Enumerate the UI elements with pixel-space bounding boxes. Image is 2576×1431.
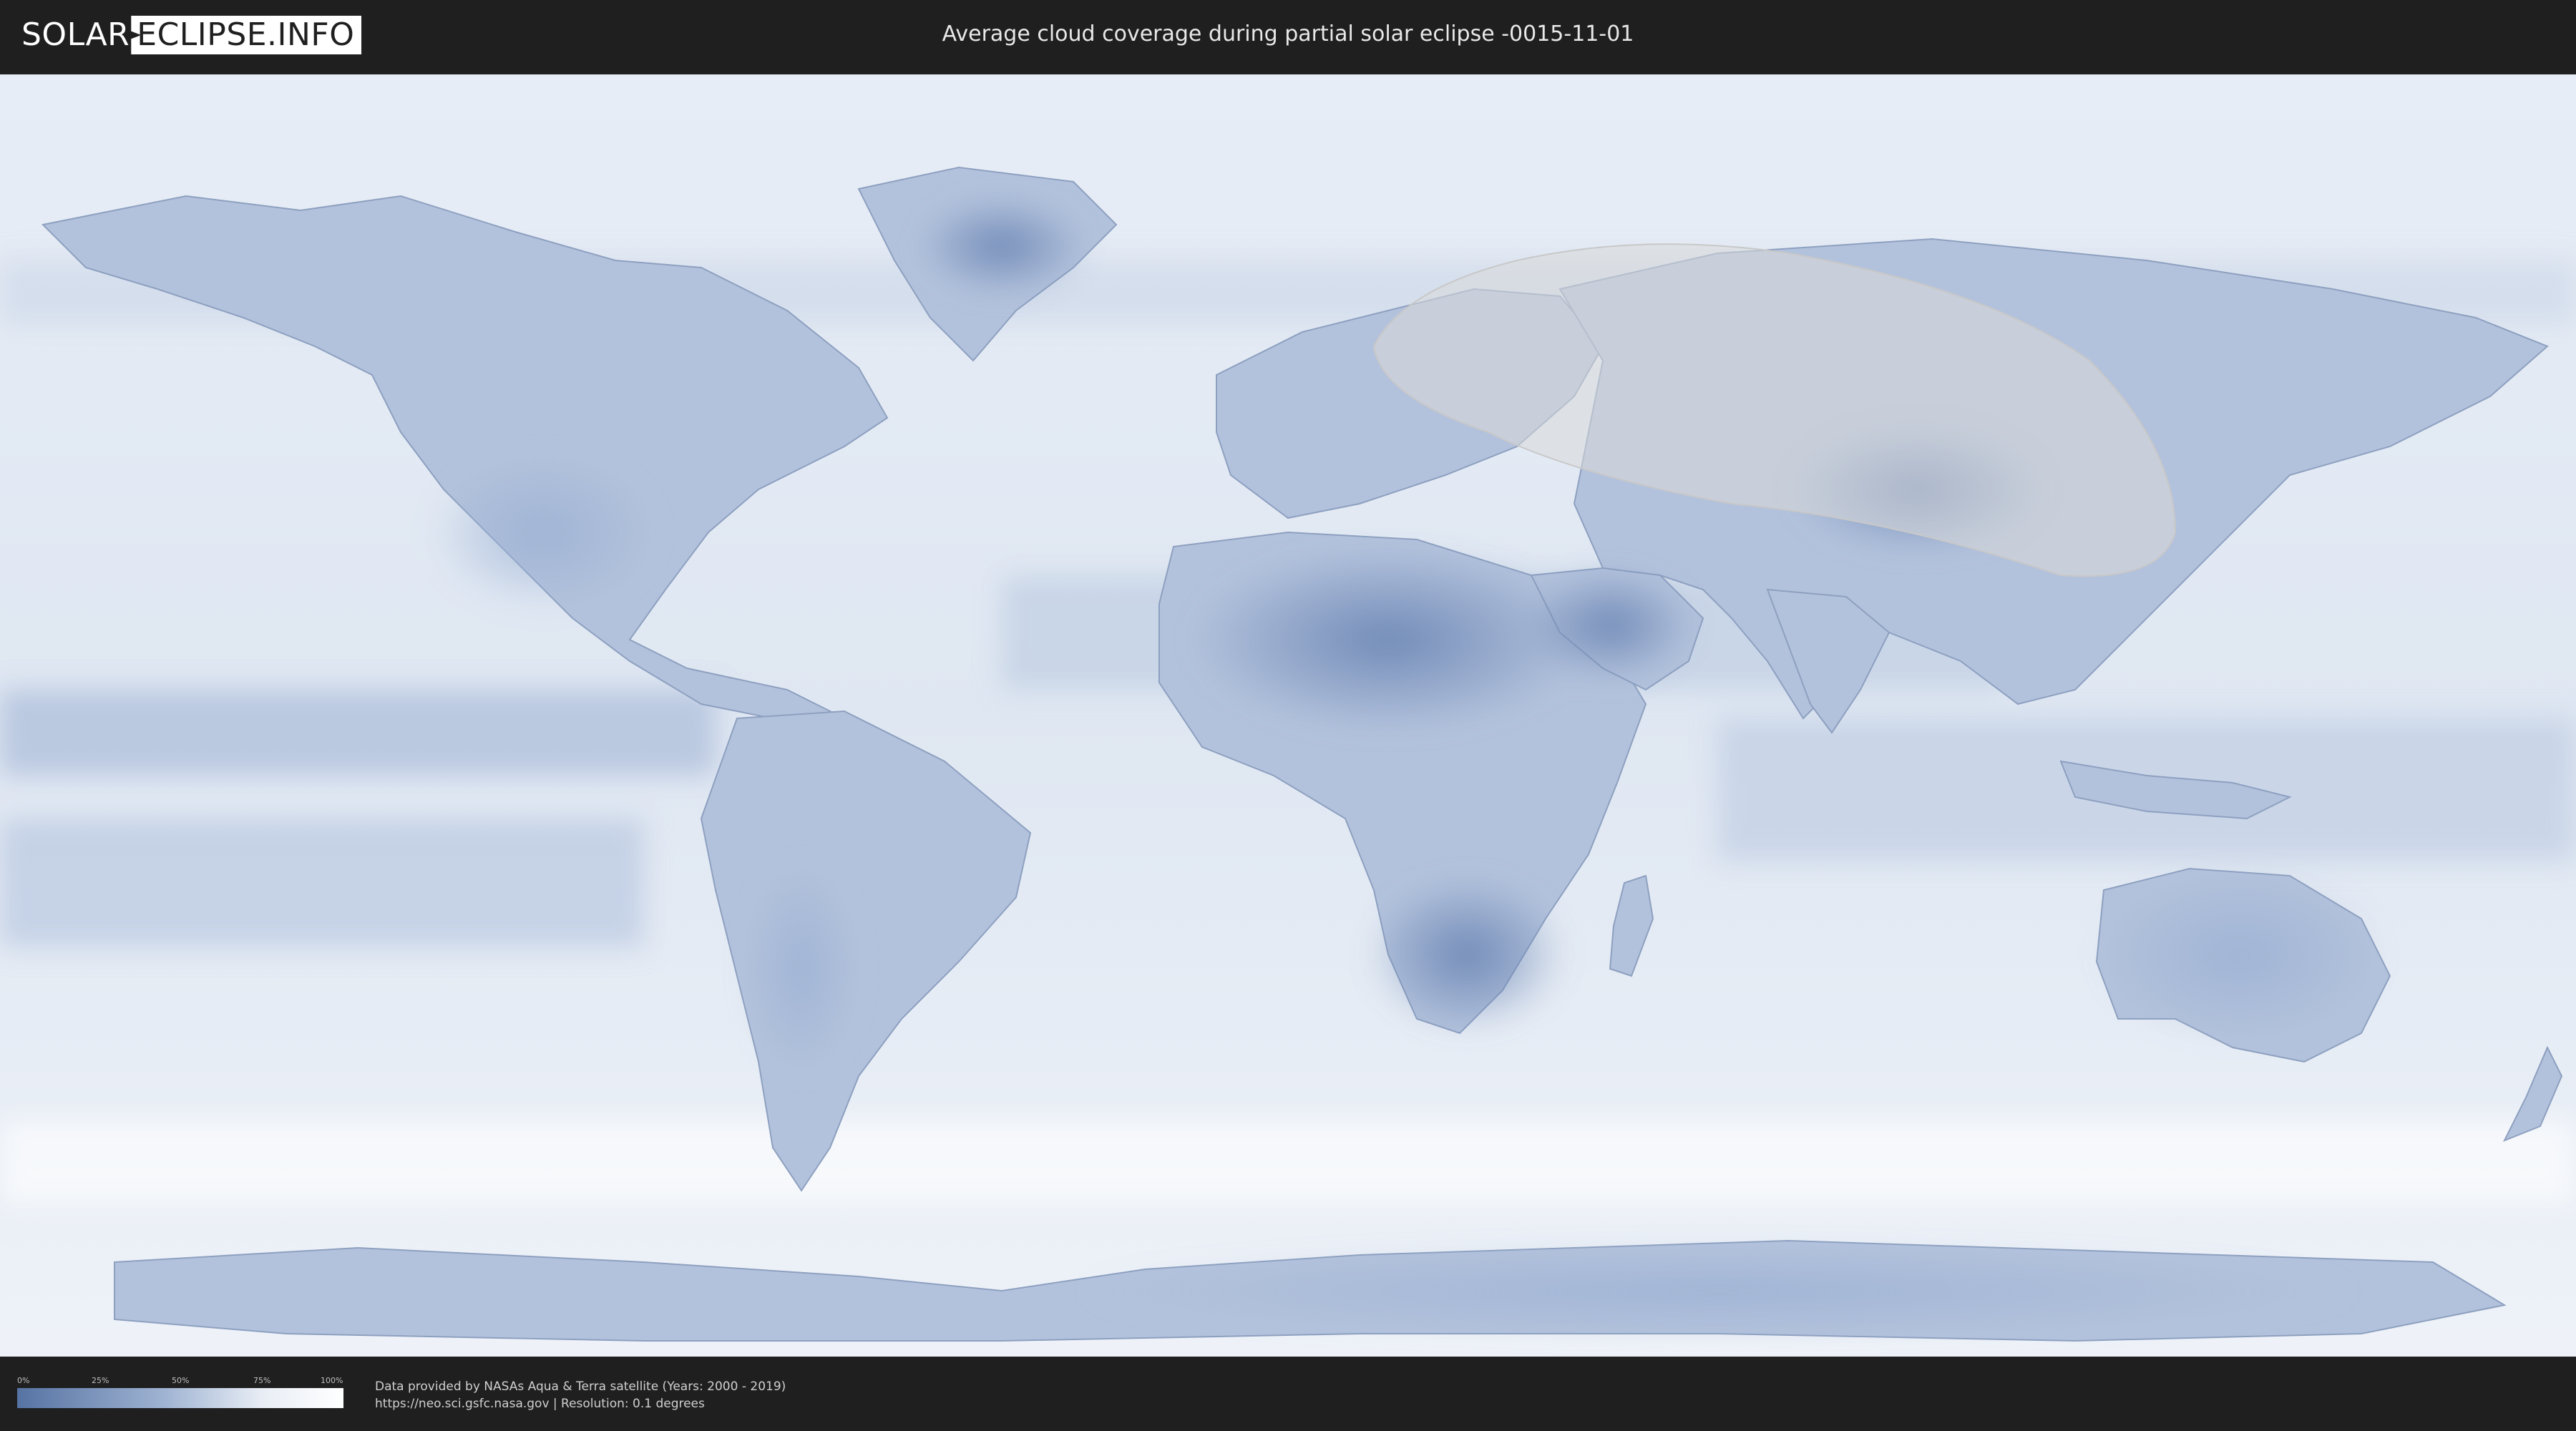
legend-tick-50: 50%	[172, 1376, 190, 1385]
cloud-coverage-map[interactable]	[0, 74, 2576, 1357]
data-credits: Data provided by NASAs Aqua & Terra sate…	[375, 1378, 786, 1412]
page-title: Average cloud coverage during partial so…	[942, 21, 1634, 47]
legend-gradient-bar	[17, 1388, 343, 1408]
world-map-svg	[0, 74, 2576, 1357]
cloud-coverage-legend: 0% 25% 50% 75% 100%	[17, 1375, 343, 1408]
credits-source: Data provided by NASAs Aqua & Terra sate…	[375, 1379, 786, 1394]
credits-details: https://neo.sci.gsfc.nasa.gov | Resoluti…	[375, 1397, 705, 1411]
header-bar: SOLAR ECLIPSE.INFO Average cloud coverag…	[0, 0, 2576, 72]
legend-tick-25: 25%	[92, 1376, 109, 1385]
legend-tick-100: 100%	[321, 1376, 343, 1385]
legend-ticks: 0% 25% 50% 75% 100%	[17, 1375, 343, 1388]
legend-tick-75: 75%	[253, 1376, 271, 1385]
legend-tick-0: 0%	[17, 1376, 30, 1385]
